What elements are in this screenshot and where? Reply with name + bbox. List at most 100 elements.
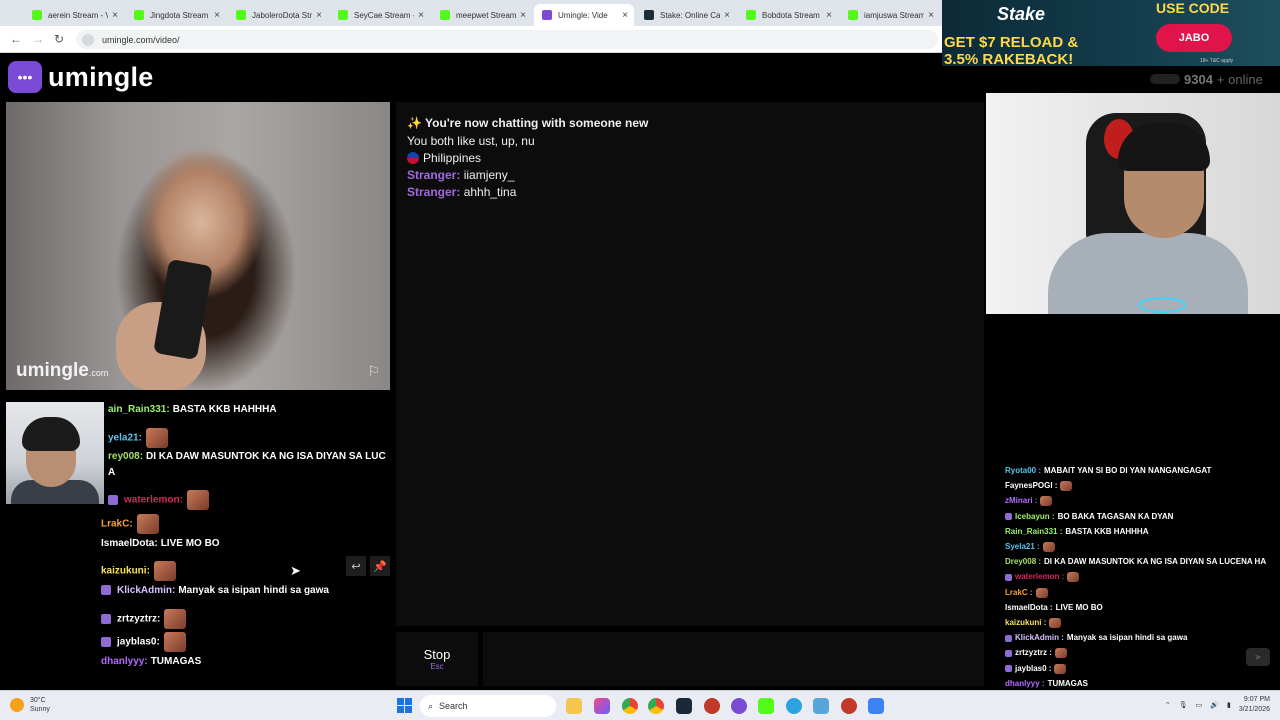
chat-username: dhanlyyy: [101, 656, 148, 667]
browser-tab[interactable]: aerein Stream - V × [24, 4, 124, 26]
close-icon[interactable]: × [418, 10, 424, 21]
emote-icon [164, 609, 187, 629]
obs-icon[interactable] [704, 698, 720, 714]
file-explorer-icon[interactable] [566, 698, 582, 714]
streamer-webcam [986, 93, 1280, 314]
overlay-chat-line: rey008: DI KA DAW MASUNTOK KA NG ISA DIYA… [108, 451, 386, 462]
close-icon[interactable]: × [316, 10, 322, 21]
message-input[interactable] [483, 632, 984, 686]
close-icon[interactable]: × [826, 10, 832, 21]
chat-username: zMinari : [1005, 496, 1038, 506]
browser-tab[interactable]: Jingdota Stream × [126, 4, 226, 26]
close-icon[interactable]: × [622, 10, 628, 21]
browser-tab[interactable]: SeyCae Stream - × [330, 4, 430, 26]
stream-chat-line: Drey008 : DI KA DAW MASUNTOK KA NG ISA DI… [1005, 557, 1266, 566]
chat-username: kaizukuni: [101, 565, 150, 577]
stake-ad-banner[interactable]: Stake GET $7 RELOAD & 3.5% RAKEBACK! USE… [942, 0, 1280, 66]
country-name: Philippines [423, 151, 482, 165]
weather-widget[interactable]: 30°C Sunny [10, 696, 50, 714]
steam-icon[interactable] [676, 698, 692, 714]
chrome-icon[interactable] [622, 698, 638, 714]
tab-favicon-icon [746, 10, 756, 20]
overlay-chat-line: KlickAdmin: Manyak sa isipan hindi sa gaw… [101, 585, 329, 596]
cam-hair [22, 417, 80, 451]
ad-code-button[interactable]: JABO [1156, 24, 1232, 52]
chat-username: ain_Rain331: [108, 404, 170, 415]
send-icon[interactable]: ➤ [1246, 648, 1270, 666]
mic-icon[interactable]: 🎙 [1179, 701, 1188, 709]
windows-taskbar: 30°C Sunny ⌕ Search ⌃ 🎙 ▭ 🔊 ▮ 9:07 PM 3/2… [0, 690, 1280, 720]
browser-tab[interactable]: iamjuswa Stream × [840, 4, 940, 26]
overlay-chat-line: A [108, 467, 115, 478]
chat-username: waterlemon : [1015, 572, 1065, 582]
chat-text: BASTA KKB HAHHHA [1065, 526, 1149, 536]
volume-icon[interactable]: 🔊 [1210, 701, 1219, 709]
close-icon[interactable]: × [214, 10, 220, 21]
forward-icon[interactable]: → [32, 32, 44, 46]
windows-start-icon[interactable] [397, 698, 412, 713]
browser-toolbar: ← → ↻ umingle.com/video/ [0, 26, 942, 53]
tab-label: meepwet Stream [456, 10, 517, 20]
emote-icon [1040, 496, 1053, 507]
message-text: iiamjeny_ [463, 168, 515, 182]
emote-icon [145, 428, 168, 448]
browser-tab[interactable]: meepwet Stream × [432, 4, 532, 26]
chat-username: KlickAdmin : [1015, 633, 1064, 643]
tab-favicon-icon [848, 10, 858, 20]
chrome-profile-icon[interactable] [648, 698, 664, 714]
overlay-chat-line: waterlemon: [108, 490, 209, 510]
close-icon[interactable]: × [112, 10, 118, 21]
overlay-chat-line: kaizukuni: [101, 561, 176, 581]
network-icon[interactable]: ▭ [1196, 701, 1203, 709]
pin-icon[interactable]: 📌 [370, 556, 390, 576]
report-flag-icon[interactable]: ⚐ [367, 363, 380, 380]
app-icon[interactable] [813, 698, 829, 714]
online-suffix: + online [1216, 71, 1263, 87]
stop-shortcut: Esc [430, 662, 444, 671]
tab-label: Bobdota Stream [762, 10, 820, 20]
browser-tab[interactable]: Bobdota Stream × [738, 4, 838, 26]
tab-favicon-icon [236, 10, 246, 20]
chat-message: Stranger: ahhh_tina [407, 185, 516, 199]
search-icon: ⌕ [428, 700, 434, 711]
sun-icon [10, 698, 24, 712]
telegram-icon[interactable] [786, 698, 802, 714]
chat-username: Drey008 : [1005, 557, 1042, 567]
copilot-icon[interactable] [594, 698, 610, 714]
browser-tab[interactable]: JaboleroDota Str × [228, 4, 328, 26]
reply-icon[interactable]: ↩ [346, 556, 366, 576]
url-text: umingle.com/video/ [102, 34, 180, 45]
browser-tab[interactable]: Stake: Online Ca × [636, 4, 736, 26]
browser-tab[interactable]: Umingle: Vide × [534, 4, 634, 26]
chevron-up-icon[interactable]: ⌃ [1165, 701, 1171, 709]
reload-icon[interactable]: ↻ [54, 32, 64, 46]
chat-message: Stranger: iiamjeny_ [407, 168, 514, 182]
close-icon[interactable]: × [520, 10, 526, 21]
stop-button[interactable]: Stop Esc [396, 632, 478, 686]
address-bar[interactable]: umingle.com/video/ [76, 30, 938, 49]
clock[interactable]: 9:07 PM 3/21/2026 [1239, 695, 1270, 715]
back-icon[interactable]: ← [10, 32, 22, 46]
clock-time: 9:07 PM [1243, 696, 1270, 703]
emote-icon [153, 561, 176, 581]
umingle-logo[interactable]: ••• umingle [8, 60, 154, 94]
message-sender: Stranger: [407, 185, 461, 199]
site-info-icon[interactable] [82, 33, 94, 46]
overlay-chat-line: yela21: [108, 428, 168, 448]
ad-fine-print: 18+ T&C apply [1200, 58, 1234, 64]
kick-icon[interactable] [758, 698, 774, 714]
notepad-icon[interactable] [868, 698, 884, 714]
online-count: 9304 + online [1150, 70, 1280, 88]
close-icon[interactable]: × [928, 10, 934, 21]
taskbar-search[interactable]: ⌕ Search [420, 695, 556, 717]
chat-username: zrtzyztrz: [117, 613, 161, 625]
chat-text: DI KA DAW MASUNTOK KA NG ISA DIYAN SA LU… [146, 451, 386, 462]
game-icon[interactable] [841, 698, 857, 714]
discord-icon[interactable] [731, 698, 747, 714]
battery-icon[interactable]: ▮ [1227, 701, 1231, 709]
philippines-flag-icon [407, 152, 419, 164]
tab-favicon-icon [134, 10, 144, 20]
chat-text: Manyak sa isipan hindi sa gawa [178, 585, 329, 596]
shared-interests: You both like ust, up, nu [407, 134, 535, 148]
close-icon[interactable]: × [724, 10, 730, 21]
